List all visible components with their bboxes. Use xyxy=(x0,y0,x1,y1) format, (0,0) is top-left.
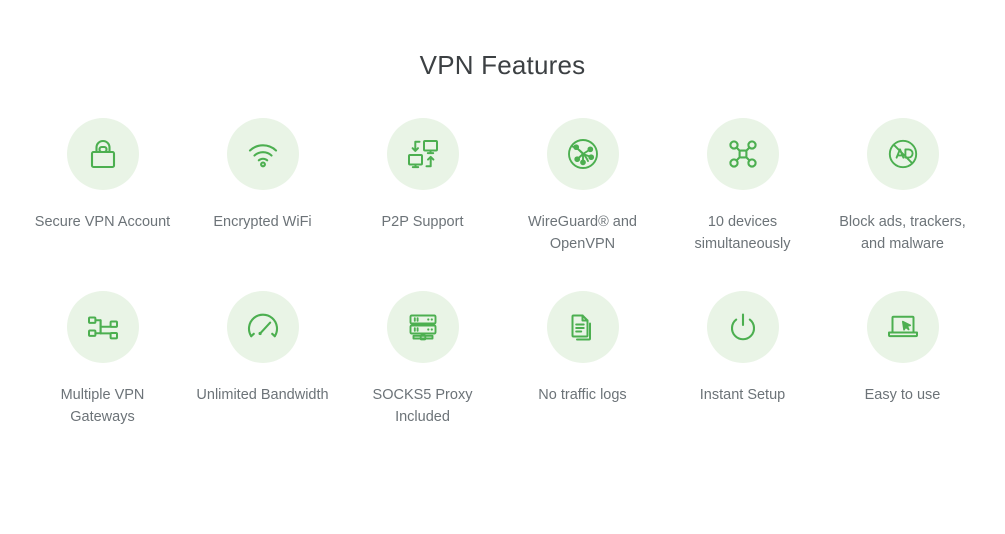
features-grid: Secure VPN Account Encrypted WiFi P2P Su… xyxy=(23,82,983,428)
vpn-features-page: VPN Features Secure VPN Account Encrypte… xyxy=(0,0,1005,534)
server-rack-icon xyxy=(386,291,459,363)
feature-label: P2P Support xyxy=(381,214,464,230)
feature-item[interactable]: Encrypted WiFi xyxy=(183,118,343,255)
feature-item[interactable]: No traffic logs xyxy=(503,291,663,428)
feature-label: Easy to use xyxy=(864,387,941,403)
two-monitors-exchange-icon xyxy=(386,118,459,190)
feature-item[interactable]: Unlimited Bandwidth xyxy=(183,291,343,428)
feature-label: WireGuard® and OpenVPN xyxy=(527,214,637,252)
feature-label: Multiple VPN Gateways xyxy=(60,387,145,425)
feature-label: Encrypted WiFi xyxy=(213,214,312,230)
hub-nodes-icon xyxy=(706,118,779,190)
feature-item[interactable]: SOCKS5 Proxy Included xyxy=(343,291,503,428)
globe-network-icon xyxy=(546,118,619,190)
wifi-icon xyxy=(226,118,299,190)
page-title: VPN Features xyxy=(419,50,586,80)
feature-label: SOCKS5 Proxy Included xyxy=(372,387,473,425)
feature-item[interactable]: Multiple VPN Gateways xyxy=(23,291,183,428)
padlock-icon xyxy=(66,118,139,190)
feature-label: Unlimited Bandwidth xyxy=(196,387,329,403)
feature-item[interactable]: P2P Support xyxy=(343,118,503,255)
no-ads-icon xyxy=(866,118,939,190)
feature-item[interactable]: Block ads, trackers, and malware xyxy=(823,118,983,255)
speedometer-icon xyxy=(226,291,299,363)
feature-item[interactable]: Easy to use xyxy=(823,291,983,428)
sitemap-icon xyxy=(66,291,139,363)
feature-label: 10 devices simultaneously xyxy=(694,214,791,252)
power-button-icon xyxy=(706,291,779,363)
feature-item[interactable]: WireGuard® and OpenVPN xyxy=(503,118,663,255)
laptop-cursor-icon xyxy=(866,291,939,363)
feature-item[interactable]: 10 devices simultaneously xyxy=(663,118,823,255)
feature-label: Instant Setup xyxy=(699,387,786,403)
feature-label: Block ads, trackers, and malware xyxy=(839,214,966,252)
feature-label: No traffic logs xyxy=(538,387,627,403)
feature-item[interactable]: Instant Setup xyxy=(663,291,823,428)
documents-stack-icon xyxy=(546,291,619,363)
feature-item[interactable]: Secure VPN Account xyxy=(23,118,183,255)
feature-label: Secure VPN Account xyxy=(34,214,171,230)
